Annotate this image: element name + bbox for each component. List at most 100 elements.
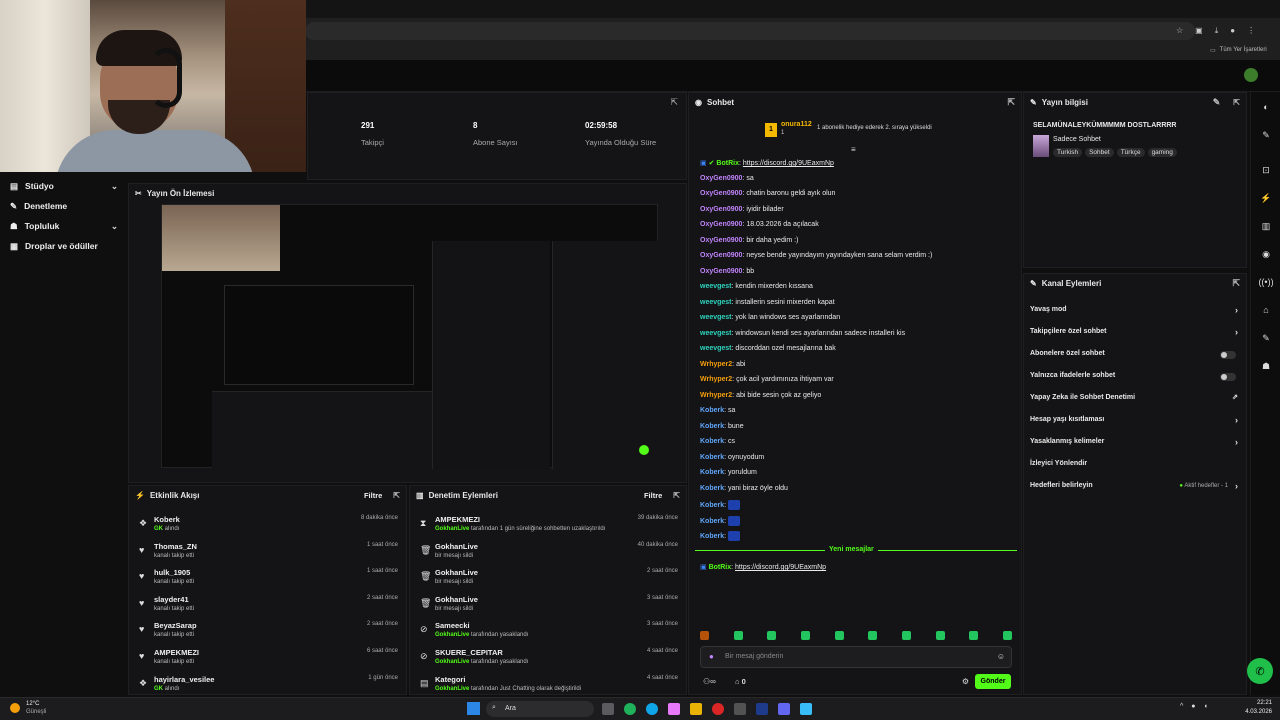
chat-username[interactable]: OxyGen0900 xyxy=(700,190,742,197)
emote-icon[interactable] xyxy=(700,631,709,640)
chrome-icon[interactable] xyxy=(624,703,636,715)
chat-username[interactable]: weevgest xyxy=(700,330,732,337)
chat-username[interactable]: weevgest xyxy=(700,345,732,352)
row-name[interactable]: hayirlara_vesilee xyxy=(154,675,214,684)
moderation-row[interactable]: ⊘ SKUERE_CEPITAR GokhanLive tarafından yas… xyxy=(410,645,686,671)
nav-studio[interactable]: ▤ Stüdyo ⌄ xyxy=(0,176,128,196)
moderation-row[interactable]: ⊘ Sameecki GokhanLive tarafından yasakland… xyxy=(410,618,686,644)
chat-input[interactable]: ● Bir mesaj gönderin ☺ xyxy=(700,646,1012,668)
edge-icon[interactable] xyxy=(646,703,658,715)
broadcast-icon[interactable]: ((•)) xyxy=(1258,275,1273,289)
app-icon[interactable] xyxy=(800,703,812,715)
channel-action-item[interactable]: Yasaklanmış kelimeler › xyxy=(1030,437,1242,450)
star-icon[interactable]: ☆ xyxy=(1176,26,1183,38)
emote-icon[interactable] xyxy=(800,631,810,640)
row-name[interactable]: AMPEKMEZI xyxy=(435,515,480,524)
row-name[interactable]: BeyazSarap xyxy=(154,621,197,630)
popout-icon[interactable]: ⇱ xyxy=(670,97,678,108)
channel-action-item[interactable]: Yalnızca ifadelerle sohbet xyxy=(1030,372,1242,384)
app-icon[interactable] xyxy=(668,703,680,715)
search-box[interactable]: ⌕ Ara xyxy=(486,701,594,717)
download-icon[interactable]: ⤓ xyxy=(1215,26,1219,38)
pencil-icon[interactable]: ✎ xyxy=(1259,128,1273,142)
toggle-switch[interactable] xyxy=(1220,351,1236,359)
profile-icon[interactable]: ● xyxy=(1230,26,1235,38)
popout-icon[interactable]: ⇱ xyxy=(1233,98,1240,107)
row-name[interactable]: GokhanLive xyxy=(435,595,478,604)
store-icon[interactable]: ⌂ xyxy=(1259,303,1273,317)
obs-icon[interactable] xyxy=(712,703,724,715)
popout-icon[interactable]: ⇱ xyxy=(673,491,680,500)
emote-icon[interactable] xyxy=(834,631,844,640)
chat-username[interactable]: Koberk xyxy=(700,454,724,461)
collapse-icon[interactable]: ≡ xyxy=(851,145,856,154)
events-row[interactable]: ♥ Thomas_ZN kanalı takip etti 1 saat önce xyxy=(129,539,406,565)
filter-button[interactable]: Filtre xyxy=(644,491,662,500)
avatar[interactable] xyxy=(1244,68,1258,82)
app-icon[interactable] xyxy=(734,703,746,715)
stream-preview-video[interactable] xyxy=(161,204,658,469)
row-name[interactable]: hulk_1905 xyxy=(154,568,190,577)
moderation-row[interactable]: 🗑 GokhanLive bir mesajı sildi 2 saat önce xyxy=(410,565,686,591)
channel-action-item[interactable]: Hesap yaşı kısıtlaması › xyxy=(1030,415,1242,428)
steam-icon[interactable] xyxy=(756,703,768,715)
channel-action-item[interactable]: İzleyici Yönlendir xyxy=(1030,460,1242,472)
chat-username[interactable]: OxyGen0900 xyxy=(700,252,742,259)
info-icon[interactable]: ◐ xyxy=(1259,100,1273,114)
address-bar[interactable] xyxy=(305,22,1195,40)
chat-username[interactable]: Wrhyper2 xyxy=(700,376,732,383)
task-view-icon[interactable] xyxy=(602,703,614,715)
channel-action-item[interactable]: Takipçilere özel sohbet › xyxy=(1030,327,1242,340)
settings-icon[interactable]: ⚙ xyxy=(962,677,969,686)
row-name[interactable]: AMPEKMEZI xyxy=(154,648,199,657)
emote-icon[interactable] xyxy=(1002,631,1012,640)
chat-username[interactable]: Wrhyper2 xyxy=(700,361,732,368)
channel-action-item[interactable]: Abonelere özel sohbet xyxy=(1030,350,1242,362)
send-button[interactable]: Gönder xyxy=(975,674,1011,689)
nav-community[interactable]: ☗ Topluluk ⌄ xyxy=(0,216,128,236)
chat-icon[interactable]: ◉ xyxy=(1259,247,1273,261)
events-row[interactable]: ♥ AMPEKMEZI kanalı takip etti 6 saat önce xyxy=(129,645,406,671)
chat-username[interactable]: OxyGen0900 xyxy=(700,237,742,244)
channel-action-item[interactable]: Yapay Zeka ile Sohbet Denetimi ⇗ xyxy=(1030,394,1242,406)
chat-username[interactable]: Koberk xyxy=(700,407,724,414)
popout-icon[interactable]: ⇱ xyxy=(1232,278,1240,289)
layout-icon[interactable]: ⊡ xyxy=(1259,163,1273,177)
chat-username[interactable]: Koberk xyxy=(700,423,724,430)
nav-drops[interactable]: ▦ Droplar ve ödüller xyxy=(0,236,128,256)
chat-username[interactable]: OxyGen0900 xyxy=(700,175,742,182)
all-bookmarks[interactable]: ▭ Tüm Yer İşaretleri xyxy=(1210,44,1267,56)
chat-username[interactable]: OxyGen0900 xyxy=(700,268,742,275)
emoji-icon[interactable]: ☺ xyxy=(997,652,1005,661)
row-name[interactable]: SKUERE_CEPITAR xyxy=(435,648,503,657)
wrench-icon[interactable]: ✎ xyxy=(1259,331,1273,345)
row-name[interactable]: GokhanLive xyxy=(435,542,478,551)
popout-icon[interactable]: ⇱ xyxy=(1007,97,1015,108)
people-icon[interactable]: ☗ xyxy=(1259,359,1273,373)
moderation-row[interactable]: 🗑 GokhanLive bir mesajı sildi 3 saat önce xyxy=(410,592,686,618)
channel-action-item[interactable]: Hedefleri belirleyin › ● Aktif hedefler - … xyxy=(1030,481,1242,494)
chat-username[interactable]: Koberk xyxy=(700,533,724,540)
discord-icon[interactable] xyxy=(778,703,790,715)
emote-icon[interactable] xyxy=(767,631,777,640)
explorer-icon[interactable] xyxy=(690,703,702,715)
moderation-row[interactable]: 🗑 GokhanLive bir mesajı sildi 40 dakika ön… xyxy=(410,539,686,565)
emote-icon[interactable] xyxy=(733,631,743,640)
chat-username[interactable]: Koberk xyxy=(700,517,724,524)
edit-icon[interactable]: ✎ xyxy=(1213,97,1221,108)
extensions-icon[interactable]: ▣ xyxy=(1195,26,1203,38)
row-name[interactable]: Kategori xyxy=(435,675,465,684)
row-name[interactable]: Koberk xyxy=(154,515,180,524)
row-name[interactable]: GokhanLive xyxy=(435,568,478,577)
row-name[interactable]: Sameecki xyxy=(435,621,470,630)
toggle-switch[interactable] xyxy=(1220,373,1236,381)
events-row[interactable]: ❖ Koberk GK alındı 8 dakika önce xyxy=(129,512,406,538)
events-row[interactable]: ♥ BeyazSarap kanalı takip etti 2 saat önce xyxy=(129,618,406,644)
menu-icon[interactable]: ⋮ xyxy=(1247,26,1255,38)
chat-username[interactable]: Koberk xyxy=(700,469,724,476)
chat-username[interactable]: OxyGen0900 xyxy=(700,221,742,228)
chat-username[interactable]: weevgest xyxy=(700,314,732,321)
emote-icon[interactable] xyxy=(969,631,979,640)
scroll-icon[interactable]: ▥ xyxy=(1259,219,1273,233)
channel-action-item[interactable]: Yavaş mod › xyxy=(1030,305,1242,318)
